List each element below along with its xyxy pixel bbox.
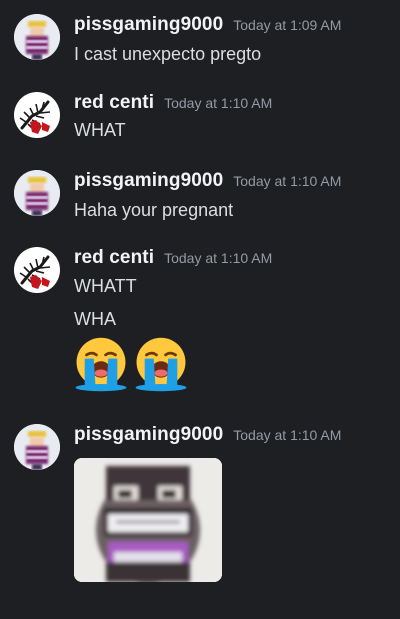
message-header: pissgaming9000 Today at 1:10 AM [74,170,341,194]
blurry-laughing-face-image[interactable] [74,458,222,582]
timestamp[interactable]: Today at 1:10 AM [233,427,341,443]
message-header: red centi Today at 1:10 AM [74,247,272,271]
message-text: WHATT [74,276,137,296]
loudly-crying-face-emoji[interactable] [72,335,130,393]
pixel-character-avatar-icon[interactable] [14,14,60,60]
username[interactable]: red centi [74,92,154,114]
username[interactable]: pissgaming9000 [74,170,223,192]
message-header: red centi Today at 1:10 AM [74,92,272,116]
message-header: pissgaming9000 Today at 1:09 AM [74,14,341,38]
pixel-character-avatar-icon[interactable] [14,170,60,216]
emoji-row [72,335,190,393]
chat-message-list: pissgaming9000 Today at 1:09 AM I cast u… [0,0,400,619]
username[interactable]: red centi [74,247,154,269]
timestamp[interactable]: Today at 1:09 AM [233,17,341,33]
centipede-avatar-icon[interactable] [14,247,60,293]
message-text: WHA [74,309,116,329]
timestamp[interactable]: Today at 1:10 AM [233,173,341,189]
timestamp[interactable]: Today at 1:10 AM [164,95,272,111]
loudly-crying-face-emoji[interactable] [132,335,190,393]
message-text: Haha your pregnant [74,200,234,220]
username[interactable]: pissgaming9000 [74,424,223,446]
timestamp[interactable]: Today at 1:10 AM [164,250,272,266]
message-text: WHAT [74,120,126,140]
message-text: I cast unexpecto pregto [74,44,262,64]
centipede-avatar-icon[interactable] [14,92,60,138]
pixel-character-avatar-icon[interactable] [14,424,60,470]
username[interactable]: pissgaming9000 [74,14,223,36]
message-header: pissgaming9000 Today at 1:10 AM [74,424,341,448]
